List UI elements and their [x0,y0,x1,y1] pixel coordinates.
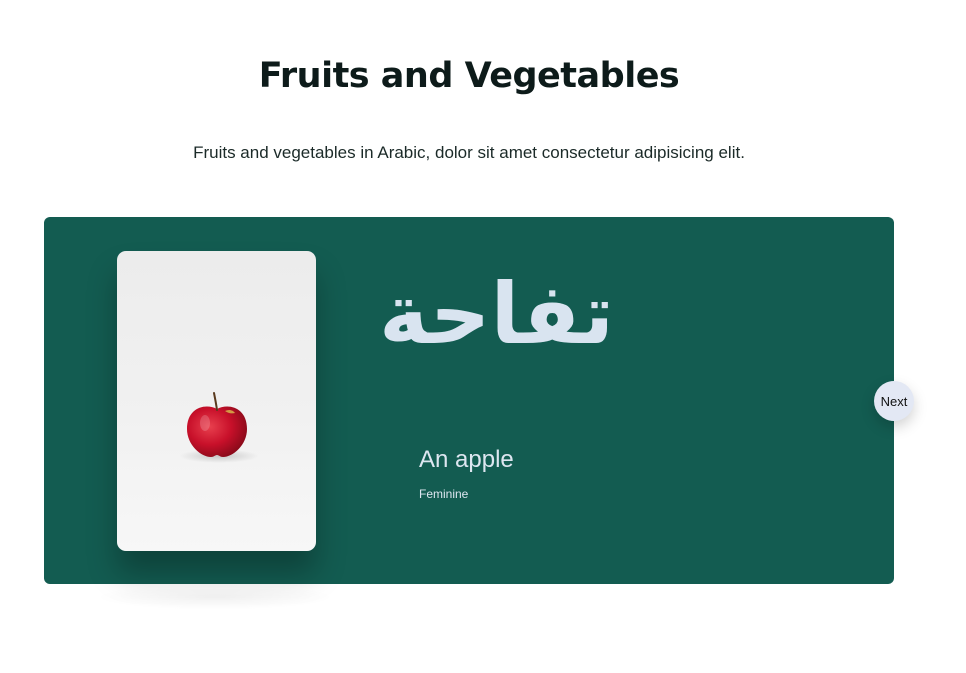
apple-icon [187,392,247,457]
next-button[interactable]: Next [874,381,914,421]
page-subtitle: Fruits and vegetables in Arabic, dolor s… [193,143,745,162]
fruit-photo [117,251,316,551]
english-translation: An apple [419,446,514,473]
page: Fruits and Vegetables Fruits and vegetab… [0,0,966,673]
grammatical-gender: Feminine [419,487,469,501]
flashcard: تفاحة An apple Feminine [44,217,894,584]
arabic-word: تفاحة [378,265,614,363]
page-title: Fruits and Vegetables [258,56,680,96]
card-shadow [95,584,335,610]
